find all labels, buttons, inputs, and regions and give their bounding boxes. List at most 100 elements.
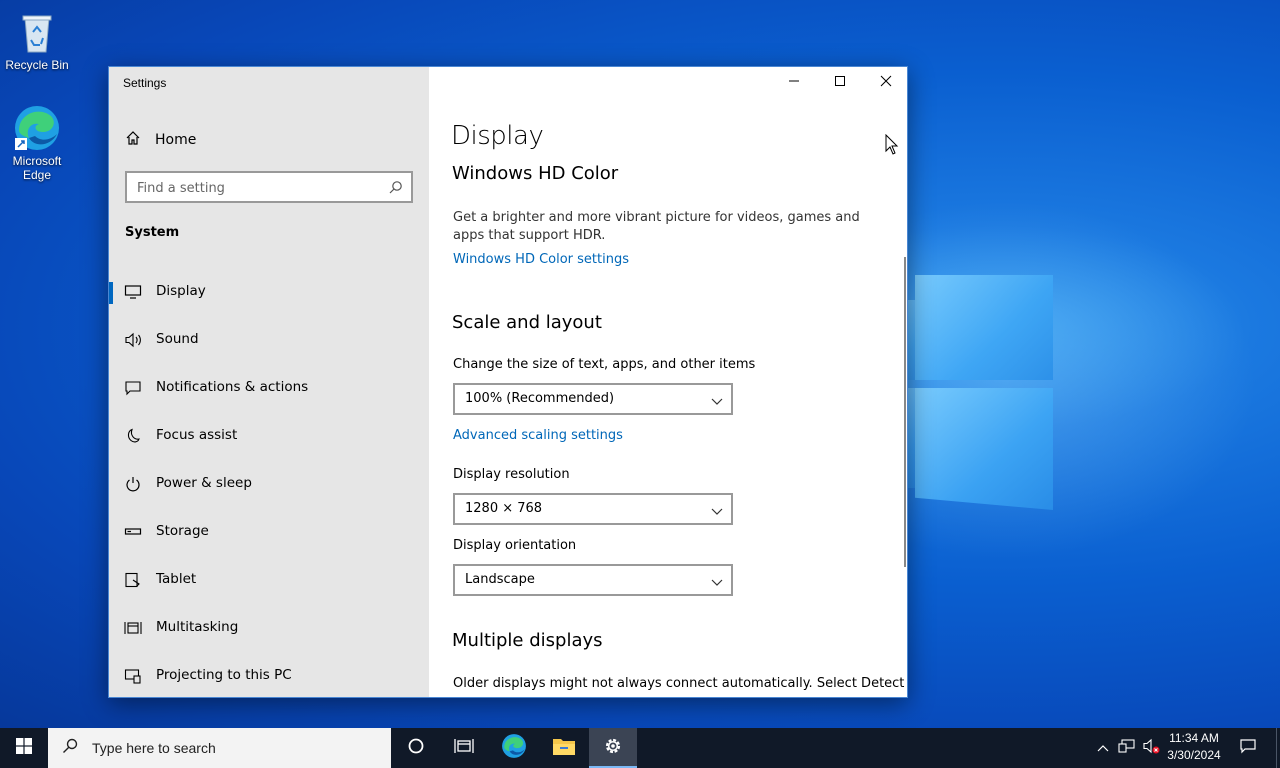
sidebar-item-storage[interactable]: Storage xyxy=(109,512,429,552)
sidebar-item-tablet[interactable]: Tablet xyxy=(109,560,429,600)
window-controls xyxy=(771,67,907,99)
notification-icon xyxy=(124,380,142,396)
cortana-button[interactable] xyxy=(392,728,440,768)
close-icon xyxy=(880,75,892,91)
volume-button[interactable] xyxy=(1140,728,1162,768)
sidebar-item-label: Sound xyxy=(156,331,199,347)
recycle-bin-icon xyxy=(13,8,61,56)
action-center-button[interactable] xyxy=(1228,728,1268,768)
sidebar-item-label: Display xyxy=(156,283,206,299)
taskbar-edge-button[interactable] xyxy=(490,728,538,768)
orientation-value: Landscape xyxy=(465,572,535,587)
network-icon xyxy=(1118,738,1136,758)
orientation-dropdown[interactable]: Landscape xyxy=(453,564,733,596)
folder-icon xyxy=(552,736,576,760)
close-button[interactable] xyxy=(863,67,907,99)
wallpaper-logo-pane xyxy=(915,275,1053,380)
desktop-icon-label: Microsoft Edge xyxy=(12,154,62,182)
resolution-label: Display resolution xyxy=(453,467,570,482)
hdr-heading: Windows HD Color xyxy=(452,163,619,184)
sidebar-item-label: Notifications & actions xyxy=(156,379,309,395)
wallpaper-logo-edge xyxy=(907,300,915,380)
show-desktop-button[interactable] xyxy=(1276,728,1280,768)
edge-icon xyxy=(13,104,61,152)
wallpaper-glow xyxy=(880,170,1280,590)
sidebar-item-display[interactable]: Display xyxy=(109,272,429,312)
sidebar-item-label: Storage xyxy=(156,523,209,539)
wallpaper-logo-pane xyxy=(915,388,1053,510)
multiple-displays-description: Older displays might not always connect … xyxy=(453,676,905,691)
sidebar-item-notifications[interactable]: Notifications & actions xyxy=(109,368,429,408)
projecting-icon xyxy=(124,668,142,684)
windows-logo-icon xyxy=(16,738,32,758)
taskbar-search-box[interactable] xyxy=(48,728,391,768)
start-button[interactable] xyxy=(0,728,48,768)
desktop-icon-recycle-bin[interactable]: Recycle Bin xyxy=(0,8,74,72)
chevron-down-icon xyxy=(711,575,723,591)
network-status-button[interactable] xyxy=(1116,728,1138,768)
scale-heading: Scale and layout xyxy=(452,312,602,333)
resolution-value: 1280 × 768 xyxy=(465,501,543,516)
desktop-icon-label: Recycle Bin xyxy=(5,58,69,72)
content-pane: Display Windows HD Color Get a brighter … xyxy=(429,67,907,697)
mouse-cursor-icon xyxy=(885,133,899,160)
page-title: Display xyxy=(451,121,544,151)
sidebar: Settings Home System Display Sound Notif… xyxy=(109,67,429,697)
scale-value: 100% (Recommended) xyxy=(465,391,615,406)
sidebar-item-projecting[interactable]: Projecting to this PC xyxy=(109,656,429,696)
wallpaper-logo-edge xyxy=(907,388,915,488)
chevron-down-icon xyxy=(711,394,723,410)
resolution-dropdown[interactable]: 1280 × 768 xyxy=(453,493,733,525)
taskbar-settings-button[interactable] xyxy=(589,728,637,768)
sidebar-item-sound[interactable]: Sound xyxy=(109,320,429,360)
section-heading: System xyxy=(125,225,180,240)
taskbar: 11:34 AM 3/30/2024 xyxy=(0,728,1280,768)
hdr-description: Get a brighter and more vibrant picture … xyxy=(453,210,860,243)
chevron-up-icon xyxy=(1097,740,1109,756)
desktop-icon-microsoft-edge[interactable]: Microsoft Edge xyxy=(0,104,74,182)
sidebar-item-label: Focus assist xyxy=(156,427,238,443)
volume-muted-icon xyxy=(1142,738,1160,758)
chevron-down-icon xyxy=(711,504,723,520)
notification-icon xyxy=(1239,738,1257,758)
gear-icon xyxy=(603,736,623,760)
content-scrollbar[interactable] xyxy=(904,257,906,567)
taskbar-search-input[interactable] xyxy=(90,739,374,757)
moon-icon xyxy=(124,428,142,444)
orientation-label: Display orientation xyxy=(453,538,577,553)
search-icon[interactable] xyxy=(389,180,403,198)
window-title: Settings xyxy=(123,76,167,90)
sidebar-item-multitasking[interactable]: Multitasking xyxy=(109,608,429,648)
cortana-icon xyxy=(407,737,425,759)
sidebar-item-label: Tablet xyxy=(156,571,197,587)
scale-label: Change the size of text, apps, and other… xyxy=(453,357,756,372)
speaker-icon xyxy=(124,332,142,348)
minimize-button[interactable] xyxy=(771,67,817,99)
sidebar-item-label: Multitasking xyxy=(156,619,239,635)
taskbar-file-explorer-button[interactable] xyxy=(539,728,589,768)
sidebar-item-label: Power & sleep xyxy=(156,475,252,491)
tablet-icon xyxy=(124,572,142,588)
storage-icon xyxy=(124,524,142,540)
sidebar-home[interactable]: Home xyxy=(125,129,196,151)
system-clock[interactable]: 11:34 AM 3/30/2024 xyxy=(1162,730,1226,764)
sidebar-item-power-sleep[interactable]: Power & sleep xyxy=(109,464,429,504)
find-setting-input[interactable] xyxy=(127,173,389,203)
monitor-icon xyxy=(124,284,142,300)
minimize-icon xyxy=(788,75,800,91)
power-icon xyxy=(124,476,142,492)
sidebar-item-label: Projecting to this PC xyxy=(156,667,292,683)
multitasking-icon xyxy=(124,620,142,636)
home-icon xyxy=(125,130,141,150)
maximize-button[interactable] xyxy=(817,67,863,99)
scale-dropdown[interactable]: 100% (Recommended) xyxy=(453,383,733,415)
sidebar-item-focus-assist[interactable]: Focus assist xyxy=(109,416,429,456)
hdr-settings-link[interactable]: Windows HD Color settings xyxy=(453,252,629,267)
clock-time: 11:34 AM xyxy=(1169,731,1219,745)
advanced-scaling-link[interactable]: Advanced scaling settings xyxy=(453,428,623,443)
maximize-icon xyxy=(834,75,846,91)
show-hidden-icons-button[interactable] xyxy=(1094,728,1112,768)
home-label: Home xyxy=(155,132,197,148)
find-setting-box[interactable] xyxy=(125,171,413,203)
task-view-button[interactable] xyxy=(440,728,488,768)
